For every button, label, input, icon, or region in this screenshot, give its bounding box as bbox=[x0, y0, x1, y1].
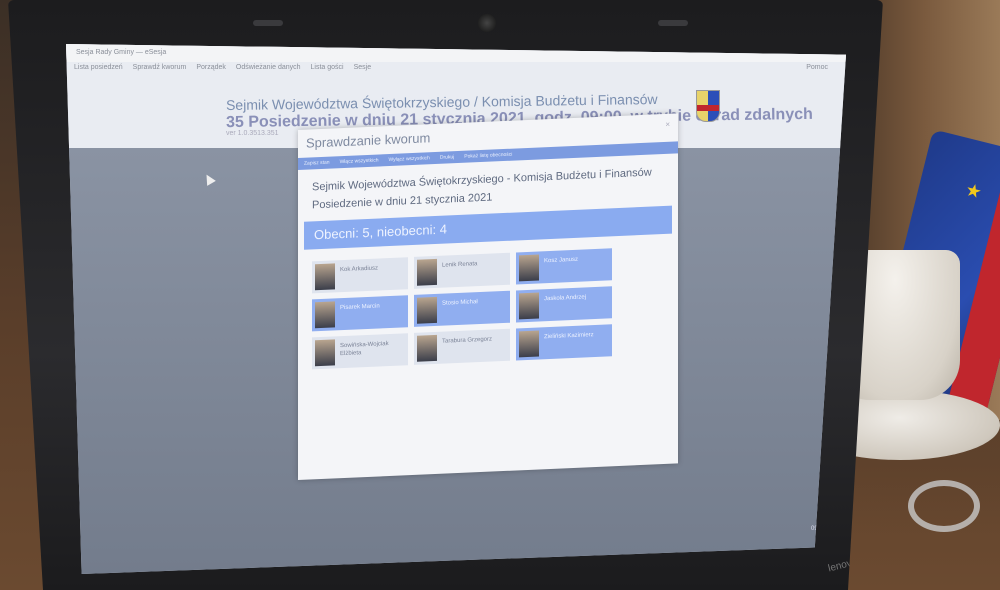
menu-item[interactable]: Porządek bbox=[196, 64, 226, 78]
key-ring bbox=[908, 480, 980, 532]
member-name: Zieliński Kazimierz bbox=[544, 332, 594, 341]
quorum-dialog: Sprawdzanie kworum × Zapisz stan Włącz w… bbox=[298, 113, 678, 480]
member-tile[interactable]: Tarabura Grzegorz bbox=[414, 328, 510, 365]
quorum-summary: Obecni: 5, nieobecni: 4 bbox=[304, 205, 672, 250]
member-name: Kosz Janusz bbox=[544, 256, 579, 265]
coat-of-arms-icon bbox=[696, 90, 720, 122]
avatar bbox=[315, 263, 335, 291]
avatar bbox=[315, 301, 335, 329]
member-tile[interactable]: Jaskola Andrzej bbox=[516, 286, 612, 323]
member-name: Kok Arkadiusz bbox=[340, 265, 379, 274]
member-name: Stosio Michał bbox=[442, 299, 478, 307]
menu-item[interactable]: Odświeżanie danych bbox=[236, 64, 301, 78]
member-tile[interactable]: Lenik Renata bbox=[414, 252, 510, 289]
laptop: Sesja Rady Gminy — eSesja Lista posiedze… bbox=[8, 0, 883, 590]
organization-name: Sejmik Województwa Świętokrzyskiego - Ko… bbox=[312, 166, 652, 194]
avatar bbox=[417, 258, 437, 286]
avatar bbox=[519, 292, 539, 320]
avatar bbox=[519, 330, 539, 358]
mouse-cursor-icon bbox=[202, 172, 216, 186]
avatar bbox=[417, 334, 437, 362]
menu-item[interactable]: Sesje bbox=[354, 64, 372, 78]
laptop-screen: Sesja Rady Gminy — eSesja Lista posiedze… bbox=[66, 44, 846, 574]
session-date: Posiedzenie w dniu 21 stycznia 2021 bbox=[312, 191, 493, 212]
member-name: Sowińska-Wojciak Elżbieta bbox=[340, 341, 389, 358]
member-name: Tarabura Grzegorz bbox=[442, 336, 493, 345]
toolbar-button[interactable]: Pokaż listę obecności bbox=[464, 149, 512, 163]
toolbar-button[interactable]: Zapisz stan bbox=[304, 157, 330, 170]
toolbar-button[interactable]: Wyłącz wszystkich bbox=[388, 152, 429, 166]
webcam-icon bbox=[478, 14, 496, 32]
member-tile[interactable]: Pisarek Marcin bbox=[312, 295, 408, 332]
help-menu[interactable]: Pomoc bbox=[806, 64, 828, 71]
avatar bbox=[315, 339, 335, 367]
avatar bbox=[519, 254, 539, 282]
member-name: Lenik Renata bbox=[442, 261, 478, 269]
member-tile[interactable]: Kok Arkadiusz bbox=[312, 257, 408, 294]
member-tile[interactable]: Sowińska-Wojciak Elżbieta bbox=[312, 333, 408, 370]
member-name: Pisarek Marcin bbox=[340, 303, 380, 312]
close-button[interactable]: × bbox=[665, 120, 670, 129]
dialog-title: Sprawdzanie kworum bbox=[306, 130, 431, 151]
bezel-detail bbox=[253, 20, 283, 26]
menu-item[interactable]: Lista gości bbox=[311, 64, 344, 78]
toolbar-button[interactable]: Włącz wszystkich bbox=[340, 154, 379, 168]
bezel-detail bbox=[658, 20, 688, 26]
version-info: ver 1.0.3513.351 bbox=[226, 130, 279, 137]
toolbar-button[interactable]: Drukuj bbox=[440, 151, 454, 164]
avatar bbox=[417, 296, 437, 324]
member-tile[interactable]: Zieliński Kazimierz bbox=[516, 324, 612, 361]
menu-item[interactable]: Sprawdź kworum bbox=[133, 64, 187, 78]
member-tile[interactable]: Kosz Janusz bbox=[516, 248, 612, 285]
menu-item[interactable]: Lista posiedzeń bbox=[74, 64, 123, 78]
window-title: Sesja Rady Gminy — eSesja bbox=[66, 44, 846, 62]
menu-bar: Lista posiedzeń Sprawdź kworum Porządek … bbox=[66, 64, 846, 78]
taskbar-clock: 09:12 bbox=[810, 526, 826, 532]
member-name: Jaskola Andrzej bbox=[544, 294, 587, 303]
member-tile[interactable]: Stosio Michał bbox=[414, 290, 510, 327]
member-grid: Kok Arkadiusz Lenik Renata Kosz Janusz P… bbox=[312, 248, 612, 370]
